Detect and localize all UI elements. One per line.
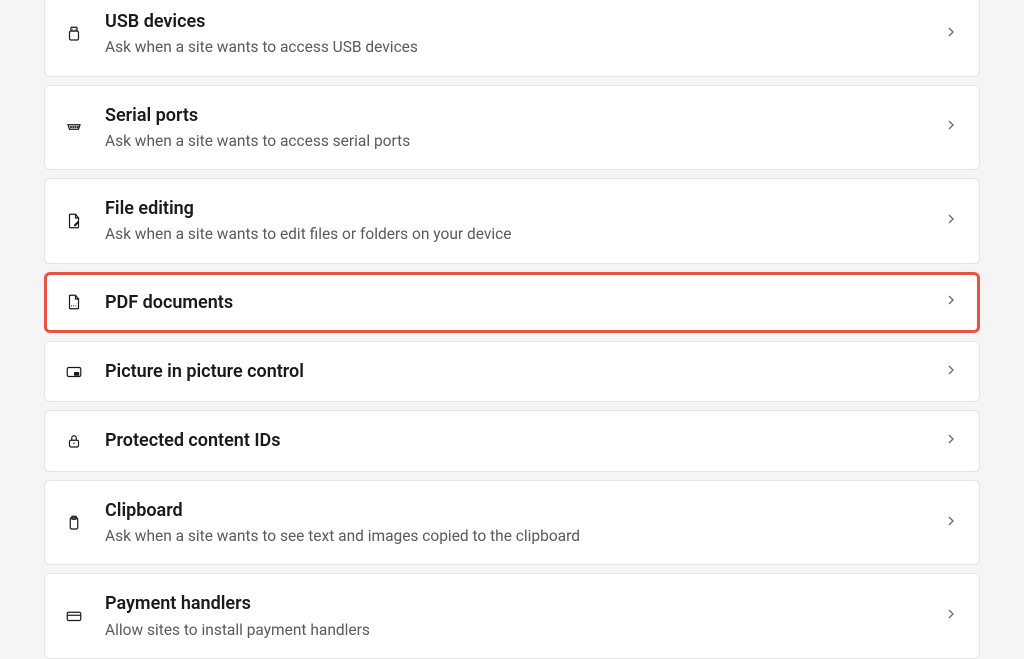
setting-desc: Ask when a site wants to edit files or f… [105,224,933,244]
chevron-right-icon [943,117,959,137]
chevron-right-icon [943,211,959,231]
setting-row-serial-ports[interactable]: Serial ports Ask when a site wants to ac… [44,85,980,171]
setting-texts: Clipboard Ask when a site wants to see t… [105,499,933,547]
chevron-right-icon [943,513,959,533]
setting-title: USB devices [105,10,933,33]
setting-texts: Serial ports Ask when a site wants to ac… [105,104,933,152]
setting-texts: Picture in picture control [105,360,933,383]
setting-row-pdf-documents[interactable]: PDF documents [44,272,980,333]
usb-icon [65,25,93,43]
setting-texts: File editing Ask when a site wants to ed… [105,197,933,245]
serial-port-icon [65,118,93,136]
file-edit-icon [65,212,93,230]
lock-icon [65,432,93,450]
setting-desc: Ask when a site wants to access serial p… [105,131,933,151]
chevron-right-icon [943,431,959,451]
clipboard-icon [65,514,93,532]
setting-texts: USB devices Ask when a site wants to acc… [105,10,933,58]
setting-row-usb-devices[interactable]: USB devices Ask when a site wants to acc… [44,0,980,77]
setting-row-protected-content-ids[interactable]: Protected content IDs [44,410,980,471]
setting-title: Clipboard [105,499,933,522]
setting-row-picture-in-picture[interactable]: Picture in picture control [44,341,980,402]
setting-title: File editing [105,197,933,220]
chevron-right-icon [943,606,959,626]
setting-title: Protected content IDs [105,429,933,452]
setting-texts: Payment handlers Allow sites to install … [105,592,933,640]
setting-title: Payment handlers [105,592,933,615]
setting-desc: Ask when a site wants to access USB devi… [105,37,933,57]
chevron-right-icon [943,292,959,312]
setting-title: PDF documents [105,291,933,314]
setting-texts: PDF documents [105,291,933,314]
setting-texts: Protected content IDs [105,429,933,452]
setting-desc: Allow sites to install payment handlers [105,620,933,640]
setting-desc: Ask when a site wants to see text and im… [105,526,933,546]
setting-row-payment-handlers[interactable]: Payment handlers Allow sites to install … [44,573,980,659]
setting-title: Serial ports [105,104,933,127]
setting-row-clipboard[interactable]: Clipboard Ask when a site wants to see t… [44,480,980,566]
pdf-icon [65,293,93,311]
credit-card-icon [65,607,93,625]
picture-in-picture-icon [65,363,93,381]
setting-title: Picture in picture control [105,360,933,383]
setting-row-file-editing[interactable]: File editing Ask when a site wants to ed… [44,178,980,264]
settings-list: USB devices Ask when a site wants to acc… [0,0,1024,659]
chevron-right-icon [943,24,959,44]
chevron-right-icon [943,362,959,382]
